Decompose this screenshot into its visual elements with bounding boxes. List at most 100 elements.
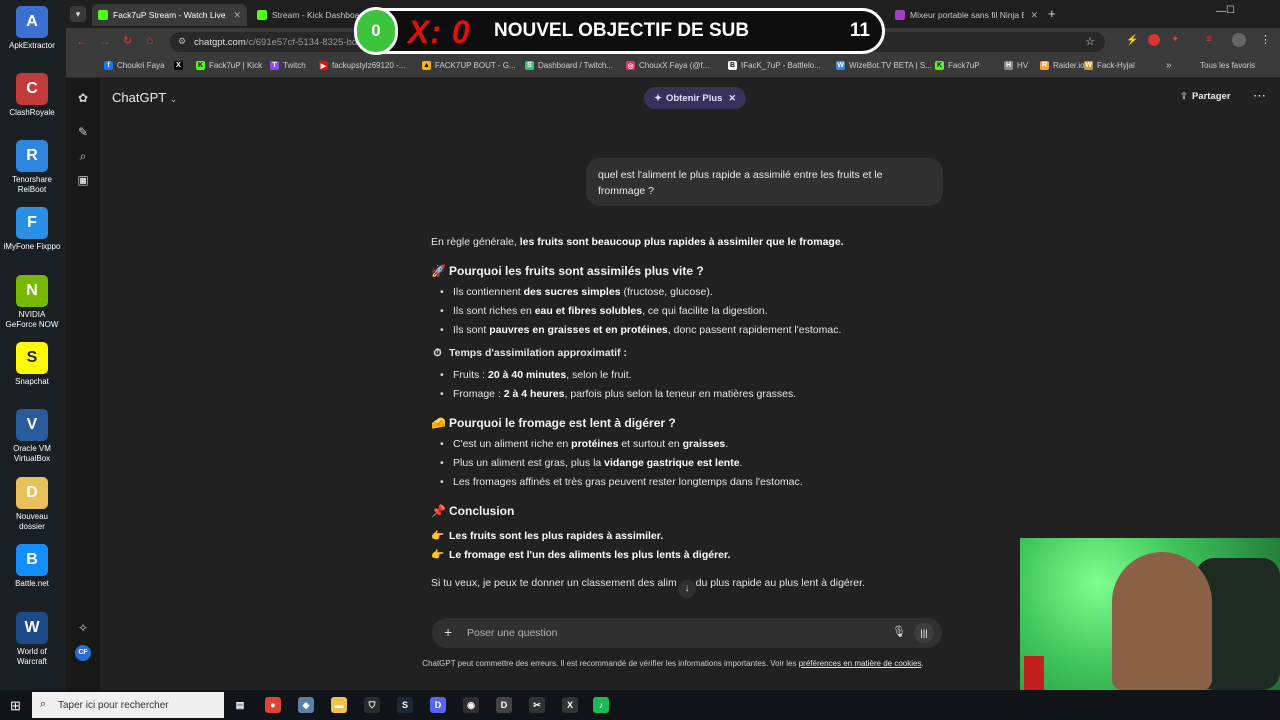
extension-red-icon[interactable] — [1148, 34, 1160, 46]
new-tab-icon[interactable]: + — [1048, 6, 1056, 21]
windows-start-icon[interactable]: ⊞ — [10, 698, 21, 714]
bullet-pre: Les fromages affinés et très gras peuven… — [453, 476, 803, 488]
obs-icon[interactable]: ◉ — [463, 697, 479, 713]
bookmark[interactable]: T Twitch — [270, 61, 306, 70]
composer-input[interactable]: Poser une question — [467, 627, 557, 639]
davinci-icon[interactable]: D — [496, 697, 512, 713]
bookmark[interactable]: W Fack-Hyjal — [1084, 61, 1135, 70]
capcut-icon[interactable]: ✂ — [529, 697, 545, 713]
security-icon[interactable]: ◆ — [298, 697, 314, 713]
cheese-icon: 🧀 — [431, 416, 446, 430]
raiderio-icon: R — [1040, 61, 1049, 70]
extension-icon[interactable]: ⚡ — [1126, 35, 1138, 46]
fixppo-icon: F — [16, 207, 48, 239]
bookmarks-overflow-icon[interactable]: » — [1166, 60, 1172, 71]
close-icon[interactable]: ✕ — [728, 93, 736, 104]
task-view-icon[interactable]: ▤ — [232, 697, 248, 713]
close-tab-icon[interactable]: ✕ — [233, 10, 241, 21]
close-tab-icon[interactable]: ✕ — [1030, 10, 1038, 21]
bookmark[interactable]: R Raider.io — [1040, 61, 1085, 70]
library-icon[interactable]: ▣ — [75, 172, 91, 188]
battlelog-icon: B — [728, 61, 737, 70]
bullet-bold2: graisses — [682, 438, 726, 450]
plus-icon[interactable]: + — [444, 624, 452, 640]
microphone-icon[interactable]: 🎙 — [892, 625, 906, 638]
sub-counter-badge: 0 — [354, 7, 398, 55]
search-icon[interactable]: ⌕ — [75, 148, 91, 164]
desktop-shortcut[interactable]: R Tenorshare ReiBoot — [3, 140, 61, 195]
maximize-icon[interactable]: ☐ — [1226, 5, 1235, 16]
browser-tab[interactable]: Mixeur portable sans fil Ninja B ✕ — [889, 4, 1044, 26]
composer[interactable]: + Poser une question 🎙 ||| — [432, 618, 942, 648]
home-icon[interactable]: ⌂ — [146, 33, 153, 47]
bullet-mid: et surtout en — [618, 438, 683, 450]
reload-icon[interactable]: ↻ — [123, 34, 132, 47]
bookmark[interactable]: H HV — [1004, 61, 1028, 70]
desktop-shortcut[interactable]: FiMyFone Fixppo — [3, 207, 61, 252]
cookies-link[interactable]: préférences en matière de cookies — [799, 659, 922, 668]
sparkle-icon[interactable]: ✧ — [75, 620, 91, 636]
bullet-post: , selon le fruit. — [566, 369, 632, 381]
menu-icon[interactable]: ≡ — [1206, 34, 1212, 45]
extensions-puzzle-icon[interactable]: ✦ — [1171, 34, 1179, 45]
desktop-shortcut[interactable]: W World of Warcraft — [3, 612, 61, 667]
forward-icon[interactable]: → — [99, 34, 111, 48]
youtube-icon: ▶ — [319, 61, 328, 70]
bookmark[interactable]: B IFacK_7uP - Battlelo... — [728, 61, 821, 70]
discord-icon[interactable]: D — [430, 697, 446, 713]
file-explorer-icon[interactable]: ▬ — [331, 697, 347, 713]
disclaimer-text: ChatGPT peut commettre des erreurs. Il e… — [422, 659, 799, 668]
share-button[interactable]: ⇪ Partager — [1180, 91, 1231, 102]
desktop-shortcut[interactable]: S Snapchat — [3, 342, 61, 387]
bookmark[interactable]: X — [174, 61, 187, 70]
bullet-pre: C'est un aliment riche en — [453, 438, 572, 450]
new-chat-icon[interactable]: ✎ — [75, 124, 91, 140]
more-options-icon[interactable]: ⋯ — [1253, 88, 1266, 104]
shield-icon[interactable]: ⛉ — [364, 697, 380, 713]
bookmark[interactable]: ▲ FACK7UP BOUT - G... — [422, 61, 516, 70]
heading-conclusion-text: Conclusion — [449, 504, 515, 518]
desktop-shortcut[interactable]: A ApkExtractor — [3, 6, 61, 51]
tab-search-icon[interactable]: ▾ — [70, 6, 86, 22]
desktop-shortcut[interactable]: D Nouveau dossier — [3, 477, 61, 532]
drive-icon: ▲ — [422, 61, 431, 70]
site-info-icon[interactable]: ⚙ — [178, 36, 186, 47]
bookmark[interactable]: f Choukri Faya — [104, 61, 165, 70]
minimize-icon[interactable]: — — [1216, 6, 1226, 17]
bookmark-star-icon[interactable]: ☆ — [1085, 35, 1095, 48]
desktop-shortcut[interactable]: V Oracle VM VirtualBox — [3, 409, 61, 464]
steam-icon[interactable]: S — [397, 697, 413, 713]
openai-logo-icon[interactable]: ✿ — [75, 90, 91, 106]
all-bookmarks-label: Tous les favoris — [1200, 61, 1256, 70]
all-bookmarks[interactable]: Tous les favoris — [1200, 61, 1255, 70]
taskbar-search[interactable]: ⌕ Taper ici pour rechercher — [32, 692, 224, 718]
xbox-icon[interactable]: X — [562, 697, 578, 713]
voice-mode-icon[interactable]: ||| — [914, 623, 934, 643]
scroll-down-arrow-icon[interactable]: ↓ — [678, 580, 696, 598]
back-icon[interactable]: ← — [76, 34, 88, 48]
desktop-shortcut[interactable]: B Battle.net — [3, 544, 61, 589]
wizebot-icon: W — [836, 61, 845, 70]
browser-tab[interactable]: Fack7uP Stream - Watch Live o ✕ — [92, 4, 247, 26]
desktop-shortcut[interactable]: N NVIDIA GeForce NOW — [3, 275, 61, 330]
desktop-shortcut[interactable]: C ClashRoyale — [3, 73, 61, 118]
spotify-icon[interactable]: ♪ — [593, 697, 609, 713]
closing-line: Si tu veux, je peux te donner un classem… — [431, 577, 865, 589]
profile-avatar[interactable] — [1232, 33, 1246, 47]
android-icon: A — [16, 6, 48, 38]
upgrade-button[interactable]: ✦ Obtenir Plus ✕ — [644, 87, 746, 109]
chrome-icon[interactable]: ● — [265, 697, 281, 713]
bookmark[interactable]: W WizeBot.TV BETA | S... — [836, 61, 932, 70]
bookmark[interactable]: S Dashboard / Twitch... — [525, 61, 613, 70]
bullet-post: . — [725, 438, 729, 450]
model-selector[interactable]: ChatGPT ⌄ — [112, 90, 177, 105]
conclusion-1: Les fruits sont les plus rapides à assim… — [449, 530, 664, 542]
heading-conclusion: 📌 Conclusion — [431, 504, 514, 518]
kebab-menu-icon[interactable]: ⋮ — [1260, 33, 1271, 46]
bookmark-label: Twitch — [283, 61, 306, 70]
bookmark[interactable]: ◎ ChouxX Faya (@f... — [626, 61, 709, 70]
bullet-post: . — [739, 457, 743, 469]
bookmark[interactable]: ▶ fackupstylz69120 -... — [319, 61, 405, 70]
bookmark[interactable]: K Fack7uP — [935, 61, 980, 70]
bookmark[interactable]: K Fack7uP | Kick — [196, 61, 262, 70]
